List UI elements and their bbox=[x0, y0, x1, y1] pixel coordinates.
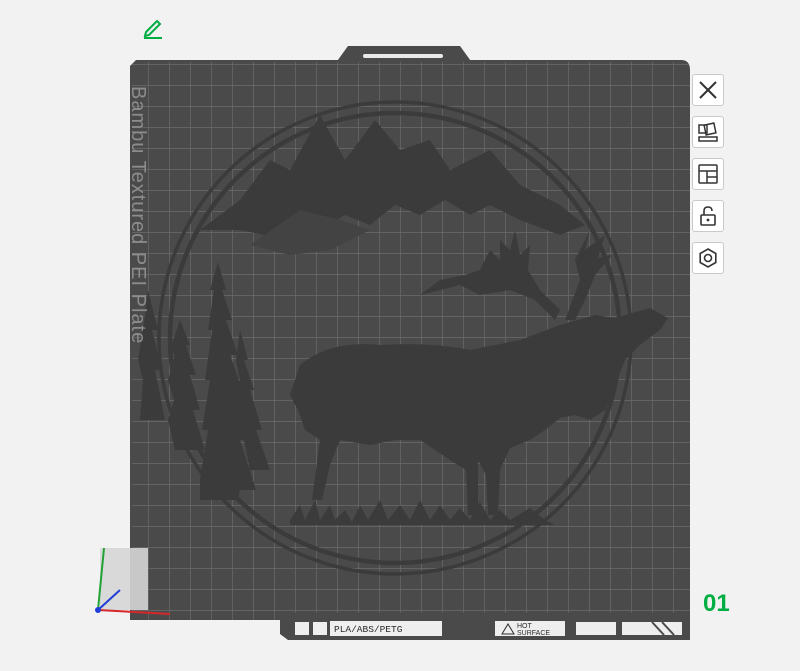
lock-icon bbox=[700, 206, 716, 226]
gear-icon bbox=[699, 248, 717, 268]
strip-warning-line2: SURFACE bbox=[517, 630, 550, 637]
arrange-icon bbox=[698, 122, 718, 142]
strip-materials-text: PLA/ABS/PETG bbox=[334, 624, 403, 635]
build-plate-viewport[interactable]: PLA/ABS/PETG HOT SURFACE bbox=[0, 0, 800, 671]
plate-type-label: Bambu Textured PEI Plate bbox=[127, 86, 149, 345]
lock-plate-button[interactable] bbox=[692, 200, 724, 232]
close-icon bbox=[699, 81, 717, 99]
auto-arrange-button[interactable] bbox=[692, 116, 724, 148]
strip-warning-line1: HOT bbox=[517, 623, 533, 630]
remove-plate-button[interactable] bbox=[692, 74, 724, 106]
plate-layout-button[interactable] bbox=[692, 158, 724, 190]
plate-settings-button[interactable] bbox=[692, 242, 724, 274]
plate-number[interactable]: 01 bbox=[703, 590, 730, 618]
plate-toolbar bbox=[692, 74, 728, 284]
layout-icon bbox=[698, 164, 718, 184]
